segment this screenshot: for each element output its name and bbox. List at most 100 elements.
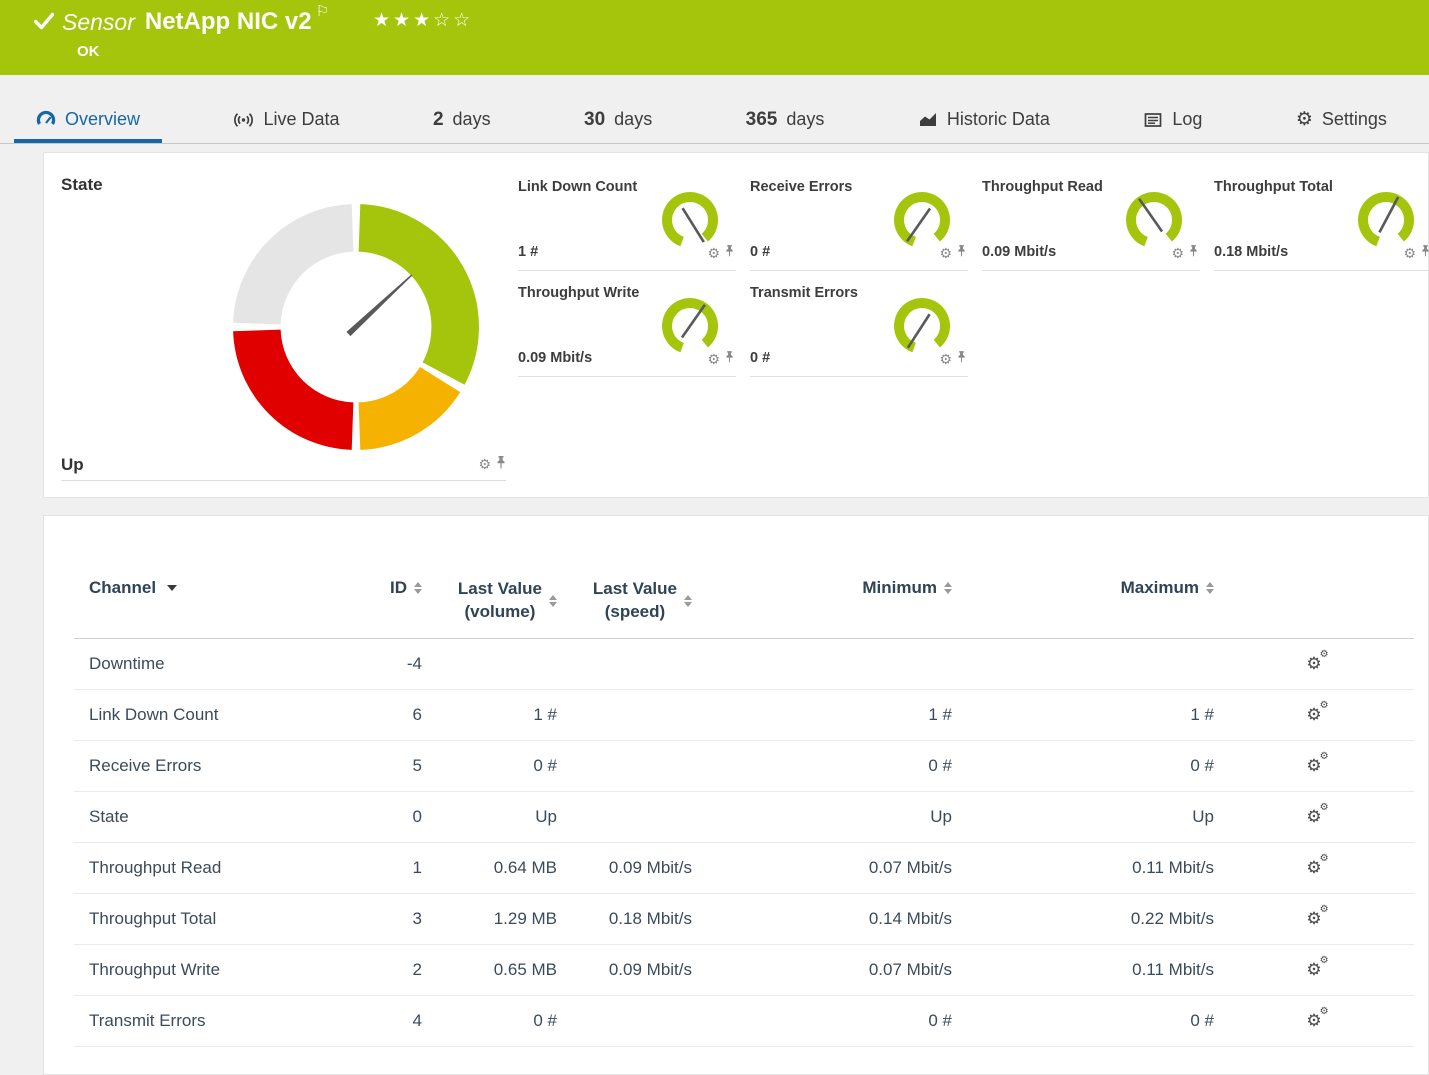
sort-arrows-icon [944, 582, 952, 594]
sensor-title: NetApp NIC v2 [145, 7, 312, 37]
overview-gauge-icon [36, 110, 56, 130]
tab-overview-label: Overview [65, 109, 140, 130]
gauge-throughput-write: Throughput Write 0.09 Mbit/s ⚙ [518, 277, 736, 377]
channel-settings-icon[interactable]: ⚙⚙ [1306, 960, 1321, 980]
gauge-value: 0.18 Mbit/s [1214, 244, 1288, 260]
gauge-link-down-count: Link Down Count 1 # ⚙ [518, 171, 736, 271]
gauge-gear-icon[interactable]: ⚙ [707, 351, 720, 368]
channel-settings-icon[interactable]: ⚙⚙ [1306, 909, 1321, 929]
cell-channel: Throughput Read [74, 842, 374, 893]
header-minimum[interactable]: Minimum [692, 578, 952, 638]
gauge-pin-icon[interactable] [1189, 244, 1198, 262]
channel-settings-icon[interactable]: ⚙⚙ [1306, 705, 1321, 725]
mini-gauge-needle [907, 209, 930, 242]
channel-settings-icon[interactable]: ⚙⚙ [1306, 654, 1321, 674]
mini-gauges-grid: Link Down Count 1 # ⚙ Receive Errors 0 #… [518, 171, 1429, 377]
header-id[interactable]: ID [374, 578, 422, 638]
cell-id: 6 [374, 689, 422, 740]
gauge-gear-icon[interactable]: ⚙ [939, 245, 952, 262]
header-channel-label: Channel [89, 578, 156, 598]
cell-maximum: Up [952, 791, 1214, 842]
cell-last-speed: 0.09 Mbit/s [557, 842, 692, 893]
tab-log[interactable]: Log [1121, 100, 1224, 143]
overview-gauges-panel: State Up ⚙ Link Down Count 1 # ⚙ [43, 152, 1429, 498]
tab-2-days[interactable]: 2 days [411, 100, 513, 143]
tab-overview[interactable]: Overview [14, 100, 162, 143]
sensor-status-bar: Sensor NetApp NIC v2 ⚐ ★★★☆☆ OK [0, 0, 1429, 75]
tab-live-data[interactable]: Live Data [211, 100, 361, 143]
cell-channel: Transmit Errors [74, 995, 374, 1046]
cell-channel: Downtime [74, 638, 374, 689]
gauge-gear-icon[interactable]: ⚙ [939, 351, 952, 368]
gauge-pin-icon[interactable] [725, 350, 734, 368]
gauge-value: 0 # [750, 244, 770, 260]
sort-arrows-icon [414, 582, 422, 594]
cell-minimum: 0.14 Mbit/s [692, 893, 952, 944]
priority-stars[interactable]: ★★★☆☆ [373, 9, 473, 32]
channel-settings-icon[interactable]: ⚙⚙ [1306, 858, 1321, 878]
channel-settings-icon[interactable]: ⚙⚙ [1306, 756, 1321, 776]
cell-last-volume: 0 # [422, 995, 557, 1046]
cell-maximum: 1 # [952, 689, 1214, 740]
gauge-value: 1 # [518, 244, 538, 260]
header-channel[interactable]: Channel [74, 578, 374, 638]
gauge-pin-icon[interactable] [957, 350, 966, 368]
tab-30-days[interactable]: 30 days [562, 100, 674, 143]
header-maximum[interactable]: Maximum [952, 578, 1214, 638]
tab-2-days-unit: days [453, 109, 491, 130]
gauge-pin-icon[interactable] [957, 244, 966, 262]
cell-minimum: 0 # [692, 995, 952, 1046]
tab-365-days[interactable]: 365 days [724, 100, 847, 143]
cell-minimum: 0.07 Mbit/s [692, 944, 952, 995]
cell-last-volume: 1.29 MB [422, 893, 557, 944]
state-pin-icon[interactable] [496, 456, 506, 474]
state-value: Up [61, 455, 84, 475]
header-last-speed-line2: (speed) [605, 602, 665, 621]
mini-gauge-needle [1139, 199, 1162, 232]
cell-last-speed [557, 689, 692, 740]
cell-id: -4 [374, 638, 422, 689]
table-row: Throughput Total 3 1.29 MB 0.18 Mbit/s 0… [74, 893, 1414, 944]
cell-minimum [692, 638, 952, 689]
gauge-transmit-errors: Transmit Errors 0 # ⚙ [750, 277, 968, 377]
mini-gauge-dial [890, 293, 954, 357]
gauge-gear-icon[interactable]: ⚙ [707, 245, 720, 262]
gauge-pin-icon[interactable] [1421, 244, 1429, 262]
cell-last-volume: 0 # [422, 740, 557, 791]
header-actions [1214, 578, 1414, 638]
cell-last-volume [422, 638, 557, 689]
channel-table-panel: Channel ID Last Value(volume) Last Value… [43, 515, 1429, 1075]
gauge-value: 0.09 Mbit/s [518, 350, 592, 366]
cell-last-speed: 0.18 Mbit/s [557, 893, 692, 944]
tab-historic-data[interactable]: Historic Data [896, 100, 1072, 143]
table-header-row: Channel ID Last Value(volume) Last Value… [74, 578, 1414, 638]
cell-channel: Link Down Count [74, 689, 374, 740]
gauge-gear-icon[interactable]: ⚙ [1403, 245, 1416, 262]
channel-settings-icon[interactable]: ⚙⚙ [1306, 807, 1321, 827]
tab-365-days-number: 365 [746, 109, 778, 131]
gauge-value: 0.09 Mbit/s [982, 244, 1056, 260]
log-list-icon [1143, 110, 1163, 130]
cell-maximum: 0 # [952, 740, 1214, 791]
gauge-gear-icon[interactable]: ⚙ [1171, 245, 1184, 262]
gauge-pin-icon[interactable] [725, 244, 734, 262]
tab-settings[interactable]: ⚙ Settings [1274, 100, 1409, 143]
state-gear-icon[interactable]: ⚙ [478, 456, 491, 473]
cell-last-speed [557, 791, 692, 842]
gauge-receive-errors: Receive Errors 0 # ⚙ [750, 171, 968, 271]
header-last-value-volume[interactable]: Last Value(volume) [422, 578, 557, 638]
channel-settings-icon[interactable]: ⚙⚙ [1306, 1011, 1321, 1031]
mini-gauge-dial [1354, 187, 1418, 251]
header-maximum-label: Maximum [1121, 578, 1199, 598]
flag-icon[interactable]: ⚐ [316, 2, 329, 20]
state-gauge-footer: Up ⚙ [61, 449, 506, 481]
tab-historic-data-label: Historic Data [947, 109, 1050, 130]
cell-maximum: 0 # [952, 995, 1214, 1046]
table-row: Throughput Read 1 0.64 MB 0.09 Mbit/s 0.… [74, 842, 1414, 893]
tab-live-data-label: Live Data [263, 109, 339, 130]
cell-last-speed [557, 740, 692, 791]
sort-arrows-icon [684, 595, 692, 607]
state-donut-gauge [232, 203, 480, 451]
cell-id: 5 [374, 740, 422, 791]
header-last-value-speed[interactable]: Last Value(speed) [557, 578, 692, 638]
